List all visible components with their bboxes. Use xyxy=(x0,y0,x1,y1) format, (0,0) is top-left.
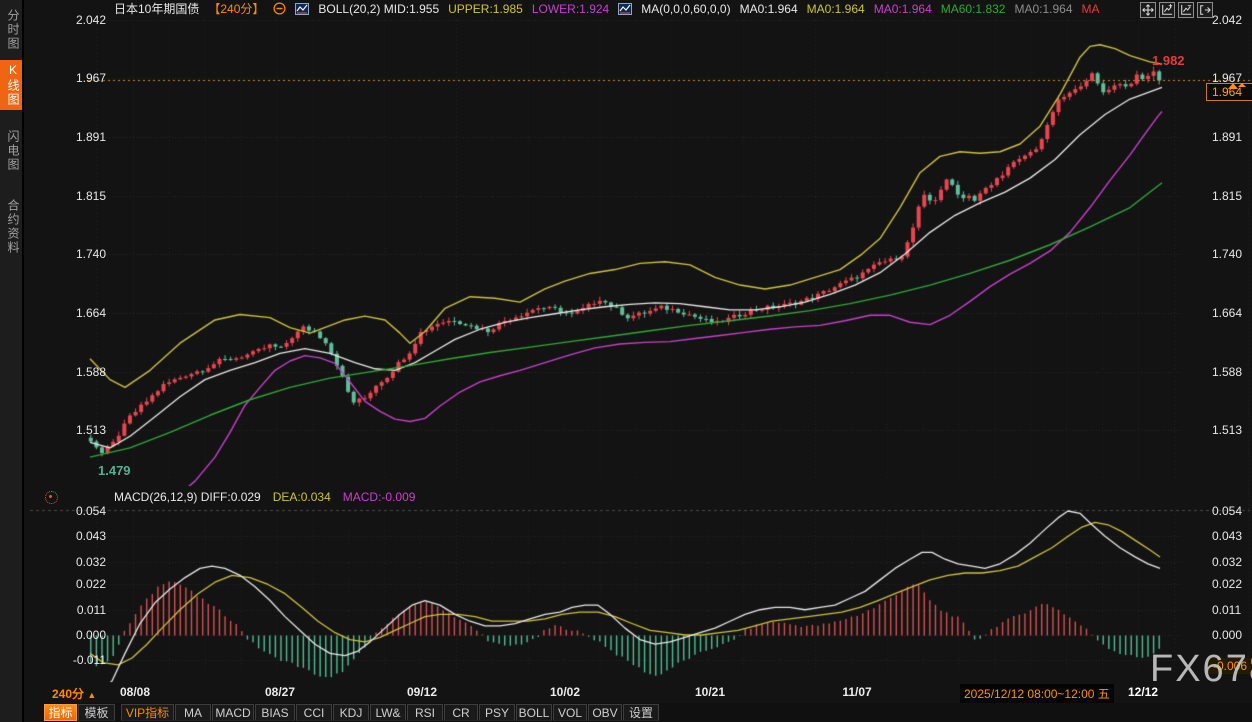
header-text-0: 日本10年期国债 xyxy=(114,2,199,16)
pan-exit-icon[interactable] xyxy=(1197,2,1213,18)
header-text-14: MA xyxy=(1082,2,1100,16)
macd-header-text-2: MACD:-0.009 xyxy=(343,490,416,504)
macd-tick-left: 0.054 xyxy=(50,504,106,518)
header-text-12: MA60:1.832 xyxy=(941,2,1006,16)
price-tick-left: 1.513 xyxy=(50,423,106,437)
date-label-09/12: 09/12 xyxy=(407,685,437,699)
macd-tick-left: 0.000 xyxy=(50,628,106,642)
macd-header-text-1: DEA:0.034 xyxy=(273,490,331,504)
sidebar-item-1[interactable]: 分时图 xyxy=(0,6,22,54)
sidebar-item-3[interactable]: 闪电图 xyxy=(0,127,22,175)
macd-target-icon[interactable] xyxy=(45,491,58,504)
header-text-4: BOLL(20,2) MID:1.955 xyxy=(318,2,439,16)
macd-tick-right: 0.043 xyxy=(1212,529,1242,543)
price-tick-right: 1.664 xyxy=(1212,306,1242,320)
macd-tick-left: -0.011 xyxy=(50,653,106,667)
date-label-10/02: 10/02 xyxy=(550,685,580,699)
macd-tick-right: 0.022 xyxy=(1212,577,1242,591)
macd-header: MACD(26,12,9) DIFF:0.029 DEA:0.034 MACD:-0… xyxy=(114,490,415,504)
toolbar-button-PSY[interactable]: PSY xyxy=(479,704,515,721)
zoom-out-axis-icon[interactable] xyxy=(1178,2,1194,18)
time-axis: 240分 ▲ 2025/12/12 08:00~12:00 五 12/12 08… xyxy=(44,684,1252,702)
header-text-6: LOWER:1.924 xyxy=(532,2,609,16)
indicator-toolbar: 指标模板 VIP指标MAMACDBIASCCIKDJLW&RSICRPSYBOLL… xyxy=(44,703,1252,722)
toolbar-button-LW&[interactable]: LW& xyxy=(370,704,406,721)
date-label-10/21: 10/21 xyxy=(695,685,725,699)
price-tick-right: 2.042 xyxy=(1212,13,1242,27)
macd-tick-left: 0.022 xyxy=(50,577,106,591)
date-label-11/07: 11/07 xyxy=(842,685,871,699)
toolbar-button-BIAS[interactable]: BIAS xyxy=(255,704,295,721)
high-price-marker: 1.982 xyxy=(1152,53,1185,68)
price-tick-left: 1.815 xyxy=(50,189,106,203)
header-text-9: MA0:1.964 xyxy=(740,2,798,16)
header-text-11: MA0:1.964 xyxy=(874,2,932,16)
toolbar-button-MACD[interactable]: MACD xyxy=(212,704,254,721)
macd-header-text-0: MACD(26,12,9) DIFF:0.029 xyxy=(114,490,261,504)
period-arrow-icon: ▲ xyxy=(87,690,96,700)
toolbar-button-settings[interactable]: 设置 xyxy=(623,704,659,721)
macd-tick-left: 0.032 xyxy=(50,555,106,569)
price-chart-canvas[interactable] xyxy=(0,0,1252,722)
price-tick-right: 1.513 xyxy=(1212,423,1242,437)
header-text-10: MA0:1.964 xyxy=(807,2,865,16)
toolbar-button-CCI[interactable]: CCI xyxy=(296,704,332,721)
macd-tick-right: 0.054 xyxy=(1212,504,1242,518)
up-triangle-icon xyxy=(1228,66,1238,89)
period-selector[interactable]: 240分 ▲ xyxy=(52,685,96,702)
price-tick-left: 1.664 xyxy=(50,306,106,320)
window-tools xyxy=(1140,2,1213,18)
move-crosshair-icon[interactable] xyxy=(1140,2,1156,18)
sidebar-item-4[interactable]: 合约资料 xyxy=(0,196,22,258)
toolbar-button-VOL[interactable]: VOL xyxy=(553,704,587,721)
macd-tick-left: 0.043 xyxy=(50,529,106,543)
trading-app-window: 分时图 K线图闪电图合约资料 日本10年期国债【240分】 BOLL(20,2) M… xyxy=(0,0,1252,722)
price-tick-right: 1.891 xyxy=(1212,130,1242,144)
price-tick-right: 1.588 xyxy=(1212,365,1242,379)
price-tick-left: 1.967 xyxy=(50,71,106,85)
date-label-08/08: 08/08 xyxy=(120,685,150,699)
chart-header: 日本10年期国债【240分】 BOLL(20,2) MID:1.955 UPPER:… xyxy=(114,1,1100,16)
left-sidebar: 分时图 K线图闪电图合约资料 xyxy=(0,0,24,722)
toolbar-button-MA[interactable]: MA xyxy=(175,704,211,721)
price-tick-left: 1.588 xyxy=(50,365,106,379)
up-triangle-icon xyxy=(1238,66,1246,87)
header-text-8: MA(0,0,0,60,0,0) xyxy=(641,2,730,16)
header-text-5: UPPER:1.985 xyxy=(448,2,523,16)
toolbar-button-BOLL[interactable]: BOLL xyxy=(516,704,552,721)
toolbar-button-KDJ[interactable]: KDJ xyxy=(333,704,369,721)
date-label-08/27: 08/27 xyxy=(265,685,295,699)
price-tick-right: 1.740 xyxy=(1212,247,1242,261)
price-tick-left: 2.042 xyxy=(50,13,106,27)
price-tick-left: 1.740 xyxy=(50,247,106,261)
toolbar-button-VIP指标[interactable]: VIP指标 xyxy=(121,704,174,721)
period-label: 240分 xyxy=(52,687,84,701)
toolbar-button-RSI[interactable]: RSI xyxy=(407,704,443,721)
mini-chart-icon xyxy=(295,3,309,15)
low-price-marker: 1.479 xyxy=(98,463,131,478)
toolbar-button-模板[interactable]: 模板 xyxy=(78,704,115,721)
watermark: FX678 xyxy=(1150,648,1252,691)
zoom-in-axis-icon[interactable] xyxy=(1159,2,1175,18)
price-up-arrow-icon xyxy=(1228,66,1246,84)
mini-chart-icon xyxy=(618,3,632,15)
macd-tick-left: 0.011 xyxy=(50,603,106,617)
macd-tick-right: 0.000 xyxy=(1212,628,1242,642)
header-text-13: MA0:1.964 xyxy=(1014,2,1072,16)
bar-time-tooltip: 2025/12/12 08:00~12:00 五 xyxy=(960,684,1114,703)
toolbar-button-指标[interactable]: 指标 xyxy=(44,704,77,721)
header-text-1: 【240分】 xyxy=(208,2,264,16)
sidebar-item-2[interactable]: K线图 xyxy=(0,60,22,110)
minus-circle-icon xyxy=(273,2,286,15)
price-tick-left: 1.891 xyxy=(50,130,106,144)
toolbar-button-OBV[interactable]: OBV xyxy=(588,704,622,721)
chart-area: 日本10年期国债【240分】 BOLL(20,2) MID:1.955 UPPER:… xyxy=(22,0,1252,722)
price-tick-right: 1.815 xyxy=(1212,189,1242,203)
macd-tick-right: 0.032 xyxy=(1212,555,1242,569)
toolbar-button-CR[interactable]: CR xyxy=(444,704,478,721)
macd-tick-right: 0.011 xyxy=(1212,603,1241,617)
